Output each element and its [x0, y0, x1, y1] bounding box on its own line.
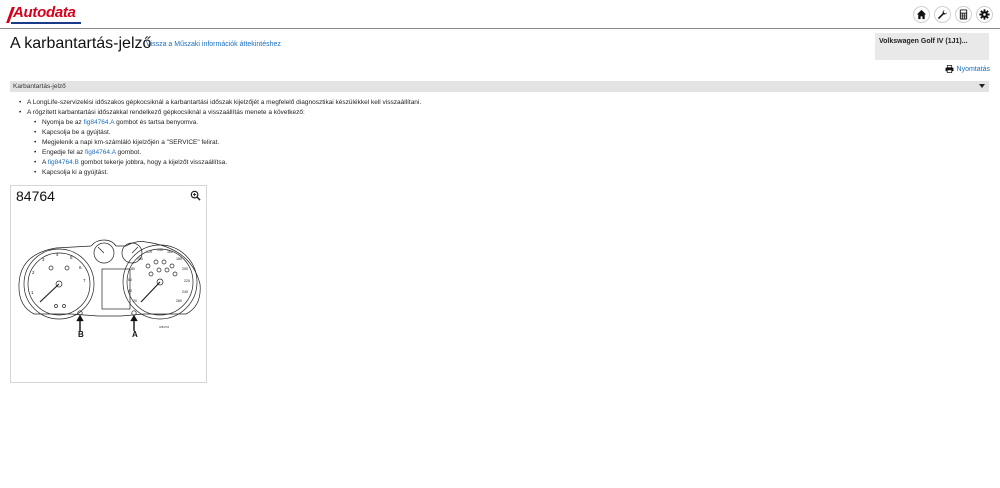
step-item: Megjelenik a napi km-számláló kijelzőjén… [34, 138, 421, 148]
vehicle-box: Volkswagen Golf IV (1J1)... [875, 33, 989, 60]
list-item: A LongLife-szervizelési időszakos gépkoc… [19, 98, 421, 108]
top-icons [913, 6, 993, 23]
tach-tick-label: 3 [42, 257, 45, 262]
center-display [101, 268, 131, 310]
chevron-down-icon[interactable] [979, 84, 985, 88]
label-b: B [78, 330, 84, 339]
step-item: Engedje fel az fig84764.A gombot. [34, 148, 421, 158]
zoom-in-icon [190, 190, 201, 201]
top-bar: Autodata [0, 0, 1000, 29]
step-text: gombot. [115, 149, 142, 156]
label-a: A [132, 330, 138, 339]
instrument-cluster-drawing: 1 2 3 4 5 6 7 20 40 60 80 100 120 140 16… [18, 239, 201, 331]
main-list: A LongLife-szervizelési időszakos gépkoc… [19, 98, 421, 178]
figure-link-a[interactable]: fig84764.A [85, 149, 116, 156]
printer-icon [945, 65, 954, 73]
tach-tick-label: 1 [31, 290, 34, 295]
speed-tick-label: 120 [146, 250, 152, 254]
gear-icon [979, 9, 990, 20]
vehicle-name: Volkswagen Golf IV (1J1)... [879, 38, 968, 45]
steps-list: Nyomja be az fig84764.A gombot és tartsa… [34, 118, 421, 178]
section-header[interactable]: Karbantartás-jelző [10, 81, 989, 92]
figure-number: 84764 [16, 188, 55, 204]
intro-text-2: A rögzített karbantartási időszakkal ren… [27, 109, 305, 116]
figure-link-a[interactable]: fig84764.A [84, 119, 115, 126]
home-button[interactable] [913, 6, 930, 23]
step-text: Engedje fel az [42, 149, 86, 156]
speed-tick-label: 160 [167, 250, 173, 254]
procedure-content: A LongLife-szervizelési időszakos gépkoc… [19, 98, 421, 178]
speed-tick-label: 240 [182, 290, 188, 294]
step-text: Megjelenik a napi km-számláló kijelzőjén… [42, 139, 220, 146]
speed-tick-label: 20 [133, 299, 137, 303]
step-item: Kapcsolja be a gyújtást. [34, 128, 421, 138]
logo-text: Autodata [13, 4, 76, 21]
figure-card[interactable]: 84764 1 2 3 4 5 6 7 20 40 60 80 100 120 … [10, 185, 207, 383]
logo-underline [11, 22, 81, 24]
speed-tick-label: 60 [128, 278, 132, 282]
figure-link-b[interactable]: fig84764.B [48, 159, 79, 166]
intro-text-1: A LongLife-szervizelési időszakos gépkoc… [27, 99, 422, 106]
settings-button[interactable] [976, 6, 993, 23]
step-text: gombot tekerje jobbra, hogy a kijelzőt v… [78, 159, 228, 166]
speed-tick-label: 180 [176, 257, 182, 261]
print-label: Nyomtatás [956, 65, 990, 73]
wrench-icon [938, 9, 948, 19]
tach-tick-label: 7 [83, 278, 86, 283]
step-text: Nyomja be az [42, 119, 84, 126]
speed-tick-label: 220 [184, 279, 190, 283]
step-text: Kapcsolja be a gyújtást. [42, 129, 111, 136]
calculator-icon [959, 9, 968, 20]
speed-tick-label: 100 [137, 257, 143, 261]
speed-tick-label: 260 [176, 299, 182, 303]
page-title: A karbantartás-jelző [10, 35, 152, 52]
print-link[interactable]: Nyomtatás [945, 65, 990, 73]
section-title: Karbantartás-jelző [13, 83, 66, 90]
home-icon [916, 9, 927, 20]
list-item: A rögzített karbantartási időszakkal ren… [19, 108, 421, 178]
tools-button[interactable] [934, 6, 951, 23]
back-to-overview-link[interactable]: Vissza a Műszaki információk áttekintésh… [146, 41, 281, 48]
step-item: A fig84764.B gombot tekerje jobbra, hogy… [34, 158, 421, 168]
step-item: Kapcsolja ki a gyújtást. [34, 168, 421, 178]
calculator-button[interactable] [955, 6, 972, 23]
tach-tick-label: 6 [79, 265, 82, 270]
speed-tick-label: 80 [131, 267, 135, 271]
step-text: Kapcsolja ki a gyújtást. [42, 169, 109, 176]
tach-tick-label: 2 [32, 270, 35, 275]
speed-tick-label: 140 [157, 248, 163, 252]
step-text: gombot és tartsa benyomva. [114, 119, 199, 126]
zoom-button[interactable] [190, 190, 201, 201]
speed-tick-label: 40 [128, 289, 132, 293]
speed-tick-label: 200 [182, 267, 188, 271]
step-item: Nyomja be az fig84764.A gombot és tartsa… [34, 118, 421, 128]
figure-code: 4084764 [159, 325, 170, 329]
